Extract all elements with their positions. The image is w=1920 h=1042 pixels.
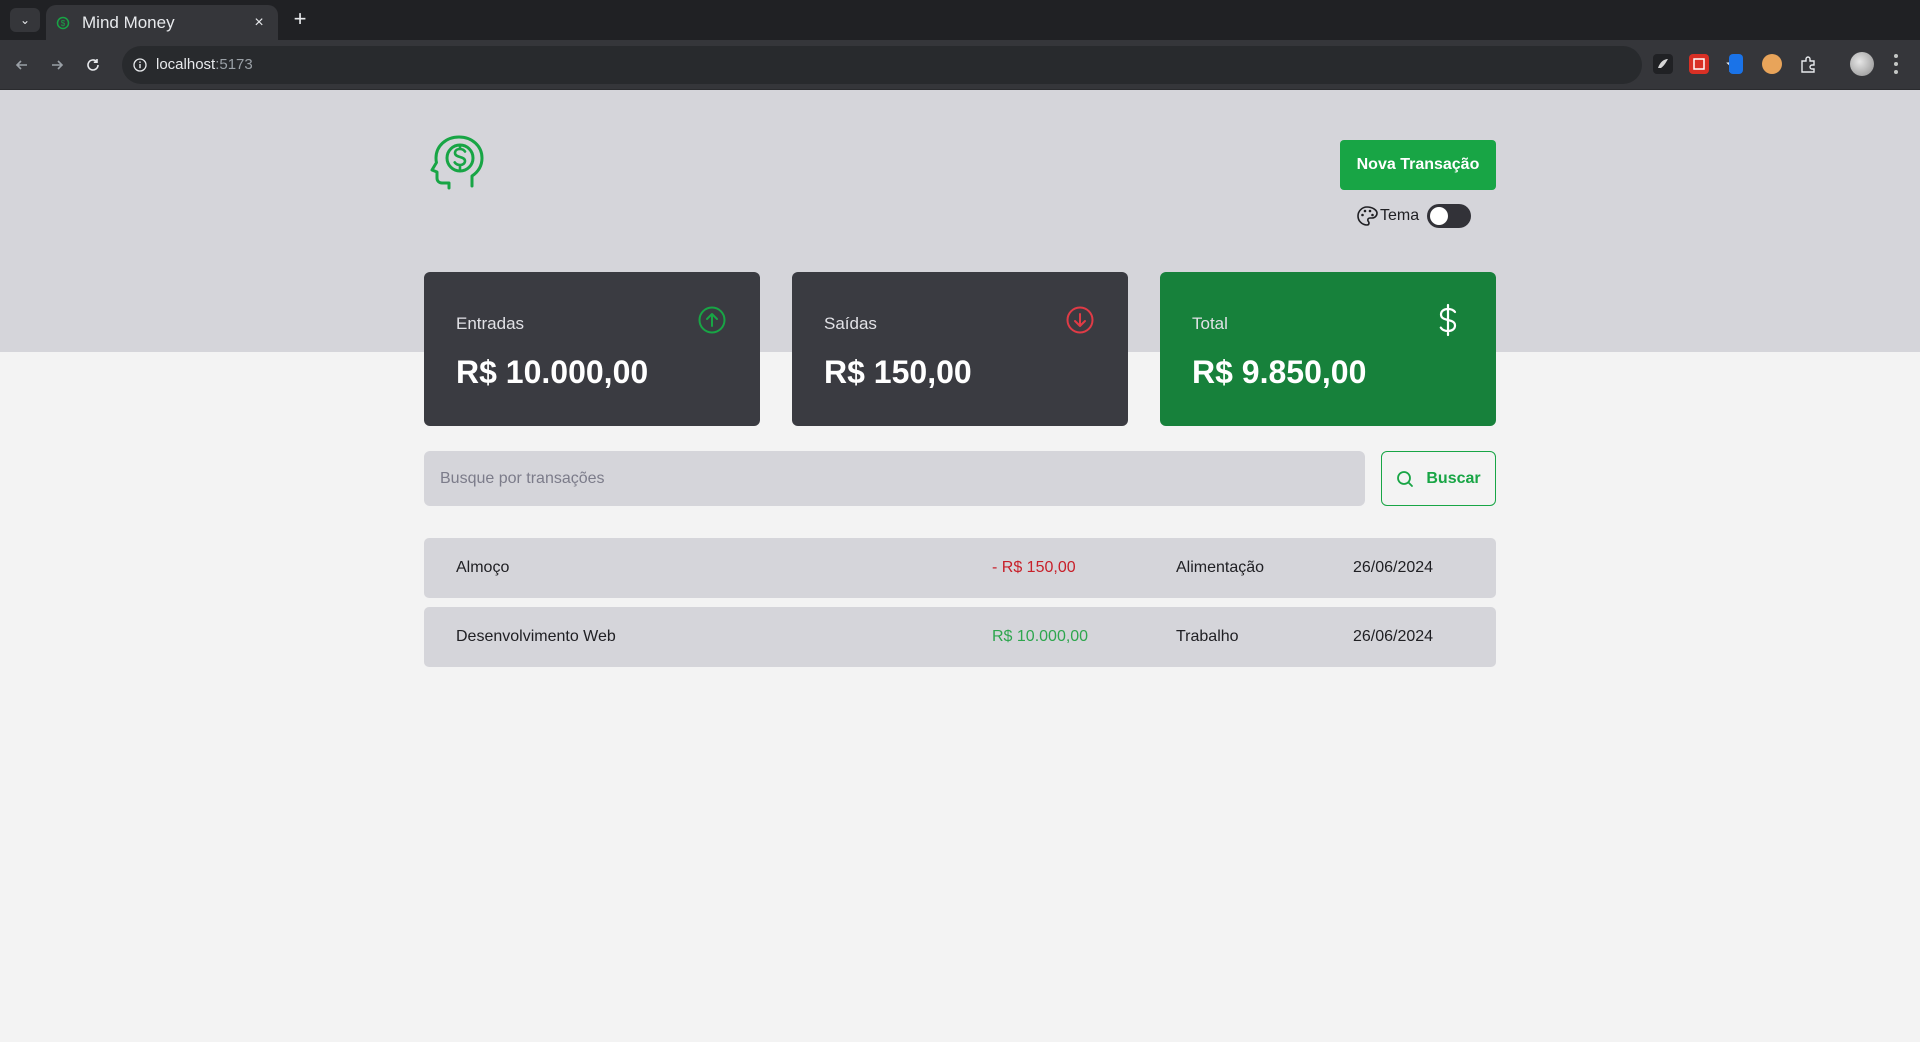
theme-label: Tema — [1380, 207, 1420, 224]
new-transaction-button[interactable]: Nova Transação — [1340, 140, 1496, 190]
table-row[interactable]: Desenvolvimento Web R$ 10.000,00 Trabalh… — [424, 607, 1496, 667]
mind-money-logo-icon — [428, 134, 490, 194]
arrow-circle-up-icon — [696, 304, 728, 336]
tab-title: Mind Money — [82, 12, 175, 32]
favicon-icon: $ — [56, 15, 72, 31]
extension-icon[interactable] — [1729, 54, 1743, 74]
search-button-label: Buscar — [1426, 469, 1481, 487]
income-label: Entradas — [456, 314, 525, 333]
table-row[interactable]: Almoço - R$ 150,00 Alimentação 26/06/202… — [424, 538, 1496, 598]
search-input[interactable] — [424, 451, 1365, 506]
browser-toolbar: localhost:5173 — [0, 40, 1920, 90]
transaction-date: 26/06/2024 — [1353, 628, 1434, 645]
outcome-label: Saídas — [824, 314, 877, 333]
theme-switch: Tema — [1356, 202, 1472, 230]
url-port: :5173 — [215, 56, 253, 73]
transaction-date: 26/06/2024 — [1353, 559, 1434, 576]
profile-avatar[interactable] — [1850, 52, 1874, 76]
tab-list-button[interactable]: ⌄ — [10, 8, 40, 32]
url-host: localhost — [156, 56, 216, 73]
tab-close-icon[interactable]: × — [250, 14, 268, 32]
total-value: R$ 9.850,00 — [1192, 354, 1367, 390]
theme-toggle[interactable] — [1427, 204, 1472, 228]
toggle-knob — [1430, 207, 1449, 225]
outcome-value: R$ 150,00 — [824, 354, 972, 390]
transaction-amount: - R$ 150,00 — [992, 559, 1076, 576]
transaction-category: Alimentação — [1176, 559, 1265, 576]
extension-icon[interactable] — [1762, 54, 1782, 74]
outcome-card: Saídas R$ 150,00 — [792, 272, 1128, 426]
back-icon[interactable] — [9, 52, 35, 78]
income-value: R$ 10.000,00 — [456, 354, 649, 390]
browser-menu-icon[interactable] — [1888, 52, 1904, 76]
forward-icon[interactable] — [44, 52, 70, 78]
palette-icon — [1356, 205, 1378, 227]
browser-tab[interactable]: $ Mind Money × — [46, 5, 278, 40]
browser-tabbar: ⌄ $ Mind Money × + — [0, 0, 1920, 40]
transaction-category: Trabalho — [1176, 628, 1239, 645]
search-button[interactable]: Buscar — [1381, 451, 1496, 506]
reload-icon[interactable] — [80, 52, 106, 78]
app-page: Nova Transação Tema Entradas R$ 10.000,0… — [0, 90, 1920, 1042]
transaction-amount: R$ 10.000,00 — [992, 628, 1089, 645]
arrow-circle-down-icon — [1064, 304, 1096, 336]
url-text: localhost:5173 — [156, 56, 253, 73]
total-card: Total R$ 9.850,00 — [1160, 272, 1496, 426]
svg-text:$: $ — [61, 19, 66, 28]
extension-icon[interactable] — [1689, 54, 1709, 74]
total-label: Total — [1192, 314, 1228, 333]
search-icon — [1397, 470, 1414, 487]
extension-icon[interactable] — [1653, 54, 1673, 74]
income-card: Entradas R$ 10.000,00 — [424, 272, 760, 426]
extensions-puzzle-icon[interactable] — [1798, 54, 1818, 74]
dollar-icon — [1432, 303, 1464, 337]
transaction-description: Almoço — [456, 559, 510, 576]
site-info-icon[interactable] — [130, 55, 150, 75]
new-tab-button[interactable]: + — [288, 8, 312, 32]
transaction-description: Desenvolvimento Web — [456, 628, 616, 645]
address-bar[interactable]: localhost:5173 — [122, 46, 1742, 84]
